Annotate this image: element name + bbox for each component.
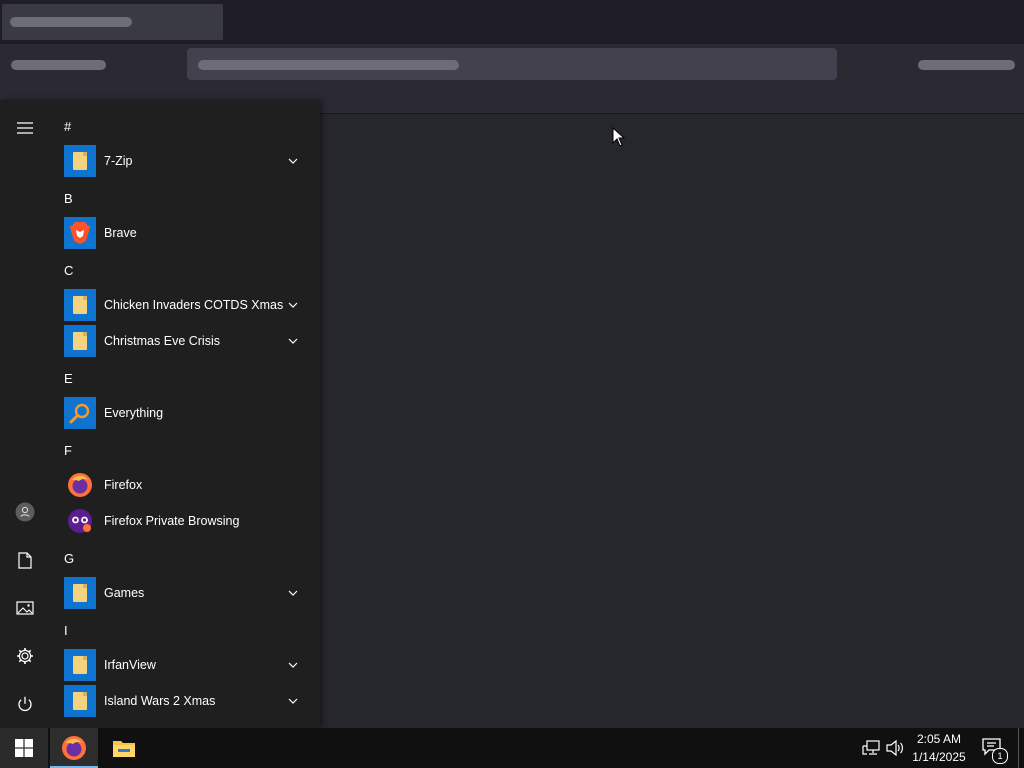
taskbar-firefox[interactable] bbox=[50, 728, 98, 768]
app-christmas-eve-crisis[interactable]: Christmas Eve Crisis bbox=[50, 323, 312, 359]
firefox-private-icon bbox=[64, 505, 96, 537]
chevron-down-icon[interactable] bbox=[286, 334, 300, 348]
app-label: Firefox bbox=[104, 478, 143, 492]
start-button[interactable] bbox=[0, 728, 48, 768]
app-7-zip[interactable]: 7-Zip bbox=[50, 143, 312, 179]
toolbar-actions-placeholder[interactable] bbox=[918, 60, 1015, 70]
clock-date: 1/14/2025 bbox=[912, 750, 966, 764]
app-label: Games bbox=[104, 586, 145, 600]
group-header-c[interactable]: C bbox=[64, 261, 73, 281]
start-menu: # 7-Zip B Brave C Chicken Invaders COTDS… bbox=[0, 100, 320, 728]
app-island-wars[interactable]: Island Wars 2 Xmas bbox=[50, 683, 312, 719]
power-icon[interactable] bbox=[0, 682, 50, 726]
folder-icon bbox=[64, 289, 96, 321]
firefox-icon bbox=[62, 736, 86, 760]
start-menu-rail bbox=[0, 100, 50, 728]
windows-logo-icon bbox=[15, 739, 33, 757]
address-text-placeholder bbox=[198, 60, 459, 70]
app-brave[interactable]: Brave bbox=[50, 215, 312, 251]
app-label: Brave bbox=[104, 226, 137, 240]
firefox-icon bbox=[64, 469, 96, 501]
folder-icon bbox=[64, 325, 96, 357]
group-header-hash[interactable]: # bbox=[64, 117, 71, 137]
user-icon[interactable] bbox=[0, 490, 50, 534]
app-firefox-private[interactable]: Firefox Private Browsing bbox=[50, 503, 312, 539]
folder-icon bbox=[64, 145, 96, 177]
app-label: Island Wars 2 Xmas bbox=[104, 694, 216, 708]
group-header-g[interactable]: G bbox=[64, 549, 74, 569]
group-header-f[interactable]: F bbox=[64, 441, 72, 461]
tab-title-placeholder bbox=[10, 17, 132, 27]
chevron-down-icon[interactable] bbox=[286, 298, 300, 312]
notification-badge: 1 bbox=[992, 748, 1008, 764]
pictures-icon[interactable] bbox=[0, 586, 50, 630]
taskbar-file-explorer[interactable] bbox=[100, 728, 148, 768]
brave-icon bbox=[64, 217, 96, 249]
app-list: # 7-Zip B Brave C Chicken Invaders COTDS… bbox=[50, 100, 320, 728]
nav-buttons-placeholder[interactable] bbox=[11, 60, 106, 70]
chevron-down-icon[interactable] bbox=[286, 694, 300, 708]
app-label: IrfanView bbox=[104, 658, 156, 672]
group-header-e[interactable]: E bbox=[64, 369, 73, 389]
app-games[interactable]: Games bbox=[50, 575, 312, 611]
network-icon[interactable] bbox=[862, 740, 880, 756]
taskbar: 2:05 AM 1/14/2025 1 bbox=[0, 728, 1024, 768]
browser-tab[interactable] bbox=[2, 4, 223, 40]
app-irfanview[interactable]: IrfanView bbox=[50, 647, 312, 683]
group-header-b[interactable]: B bbox=[64, 189, 73, 209]
app-firefox[interactable]: Firefox bbox=[50, 467, 312, 503]
chevron-down-icon[interactable] bbox=[286, 154, 300, 168]
magnifier-icon bbox=[64, 397, 96, 429]
app-label: Firefox Private Browsing bbox=[104, 514, 240, 528]
mouse-cursor-icon bbox=[612, 127, 626, 147]
app-everything[interactable]: Everything bbox=[50, 395, 312, 431]
documents-icon[interactable] bbox=[0, 538, 50, 582]
browser-tab-bar bbox=[0, 0, 1024, 44]
address-bar[interactable] bbox=[187, 48, 837, 80]
folder-icon bbox=[64, 577, 96, 609]
app-label: 7-Zip bbox=[104, 154, 133, 168]
clock[interactable]: 2:05 AM 1/14/2025 bbox=[906, 730, 972, 766]
app-label: Christmas Eve Crisis bbox=[104, 334, 220, 348]
chevron-down-icon[interactable] bbox=[286, 658, 300, 672]
show-desktop-divider[interactable] bbox=[1018, 728, 1019, 768]
app-chicken-invaders[interactable]: Chicken Invaders COTDS Xmas bbox=[50, 287, 312, 323]
action-center-button[interactable]: 1 bbox=[980, 736, 1008, 764]
chevron-down-icon[interactable] bbox=[286, 586, 300, 600]
volume-icon[interactable] bbox=[886, 740, 904, 756]
hamburger-icon[interactable] bbox=[0, 106, 50, 150]
folder-icon bbox=[64, 649, 96, 681]
group-header-i[interactable]: I bbox=[64, 621, 68, 641]
clock-time: 2:05 AM bbox=[916, 732, 962, 746]
app-label: Chicken Invaders COTDS Xmas bbox=[104, 298, 284, 312]
folder-icon bbox=[64, 685, 96, 717]
app-label: Everything bbox=[104, 406, 164, 420]
settings-icon[interactable] bbox=[0, 634, 50, 678]
file-explorer-icon bbox=[113, 741, 135, 757]
